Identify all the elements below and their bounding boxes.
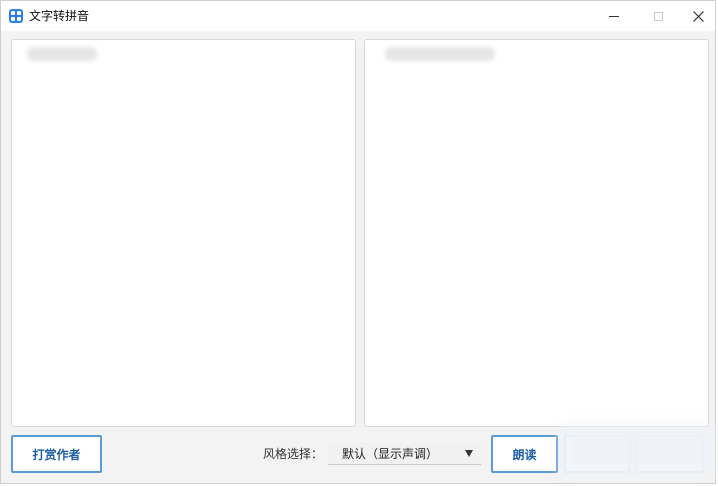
blurred-overlay [561, 426, 711, 476]
input-textarea[interactable] [12, 40, 355, 426]
blurred-input-text [27, 47, 97, 61]
window-title: 文字转拼音 [29, 9, 90, 23]
minimize-icon [609, 15, 619, 17]
style-select-value: 默认（显示声调） [342, 446, 439, 461]
input-text-panel [11, 39, 356, 427]
app-window: 文字转拼音 打赏作者 风格选择： 默认（显示声调） 朗读 [0, 0, 716, 484]
blurred-output-text [385, 47, 495, 61]
title-bar: 文字转拼音 [1, 1, 715, 31]
output-pinyin-panel [364, 39, 709, 427]
tip-author-button[interactable]: 打赏作者 [11, 435, 102, 473]
maximize-icon [653, 11, 663, 21]
dropdown-caret-icon [465, 450, 473, 457]
style-select[interactable]: 默认（显示声调） [328, 443, 481, 465]
close-button[interactable] [678, 1, 718, 31]
maximize-button[interactable] [638, 1, 678, 31]
read-aloud-button[interactable]: 朗读 [491, 435, 558, 473]
close-icon [692, 10, 704, 22]
app-logo-icon [9, 9, 23, 23]
style-select-label: 风格选择： [263, 447, 324, 461]
minimize-button[interactable] [594, 1, 634, 31]
output-textarea[interactable] [365, 40, 708, 426]
